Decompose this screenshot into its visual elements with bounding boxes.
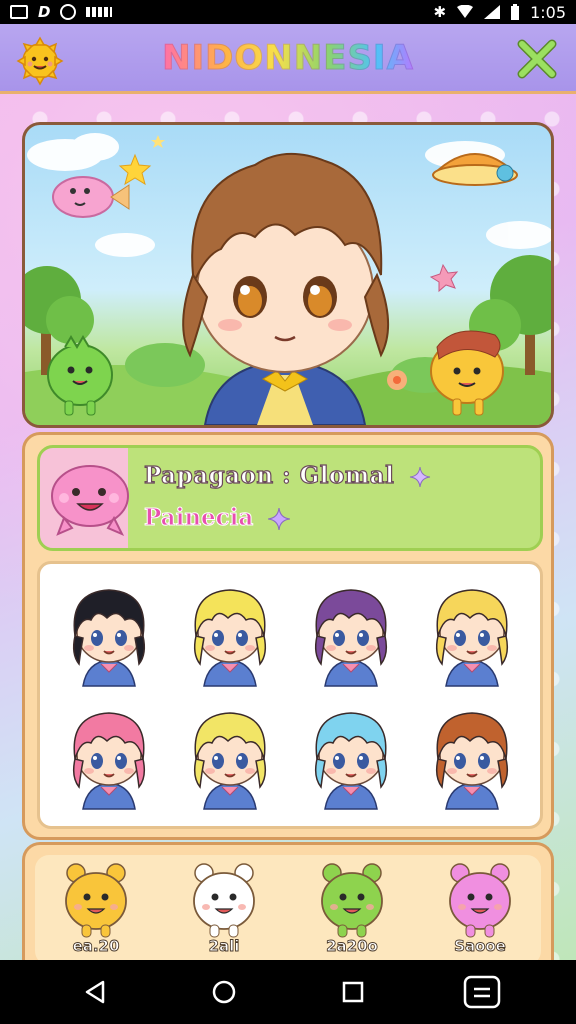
sparkle-icon [268, 508, 291, 530]
status-bar: D ✱ 1:05 [0, 0, 576, 24]
character-select-card: Papagaon : Glomal Painecia [22, 432, 554, 840]
character-slot[interactable] [48, 695, 169, 818]
pet-label: 2a20o [326, 937, 379, 956]
system-nav-bar [0, 960, 576, 1024]
signal-icon [484, 5, 501, 19]
pet-label: 2ali [208, 937, 240, 956]
pet-slot[interactable]: 2a20o [297, 855, 407, 960]
pink-blob-pet-icon [449, 863, 511, 938]
character-slot[interactable] [48, 572, 169, 695]
blonde-bow-chibi-icon [435, 588, 508, 687]
vibrate-icon: ✱ [433, 3, 447, 21]
menu-icon [463, 975, 500, 1009]
recents-square-icon [342, 981, 363, 1003]
home-circle-icon [212, 980, 235, 1004]
recents-button[interactable] [329, 968, 377, 1016]
cat-icon [60, 4, 77, 20]
battery-icon [511, 4, 520, 20]
pink-hair-chibi-icon [72, 711, 145, 810]
d-logo-icon: D [38, 3, 51, 21]
black-hair-chibi-icon [72, 588, 145, 687]
character-slot[interactable] [169, 572, 290, 695]
player-name: Papagaon : Glomal [143, 461, 431, 490]
menu-button[interactable] [458, 968, 506, 1016]
brown-bun-chibi-icon [435, 711, 508, 810]
hero-illustration [25, 133, 551, 425]
pet-tray: ea.20 2ali 2a20o Saooe [22, 842, 554, 960]
wifi-icon [457, 5, 474, 18]
top-bar: NIDONNESIA [0, 24, 576, 94]
character-slot[interactable] [290, 572, 411, 695]
pet-slot[interactable]: ea.20 [41, 855, 151, 960]
close-button[interactable] [516, 38, 558, 80]
pet-slot[interactable]: Saooe [425, 855, 535, 960]
clock: 1:05 [530, 2, 566, 22]
home-button[interactable] [200, 968, 248, 1016]
pet-slot[interactable]: 2ali [169, 855, 279, 960]
pet-label: ea.20 [72, 937, 120, 956]
keyboard-icon [86, 7, 113, 17]
back-triangle-icon [85, 980, 104, 1004]
pet-row: ea.20 2ali 2a20o Saooe [35, 855, 541, 960]
green-dino-pet-icon [321, 863, 383, 938]
player-subtitle: Painecia [143, 504, 291, 532]
notification-box-icon [10, 5, 28, 19]
character-slot[interactable] [169, 695, 290, 818]
purple-hair-chibi-icon [314, 588, 387, 687]
blonde-chibi-icon [193, 588, 266, 687]
sparkle-icon [409, 466, 430, 488]
sun-mascot-icon[interactable] [14, 34, 66, 86]
app-title: NIDONNESIA [162, 37, 414, 78]
character-slot[interactable] [290, 695, 411, 818]
hero-scene [22, 122, 554, 428]
white-cat-pet-icon [193, 863, 255, 938]
pet-label: Saooe [454, 937, 507, 956]
character-grid [37, 561, 543, 829]
character-slot[interactable] [411, 695, 532, 818]
yellow-bear-pet-icon [65, 863, 127, 938]
yellow-ponytail-chibi-icon [193, 711, 266, 810]
game-screen: NIDONNESIA Papagaon: Glomal Painecia ea… [0, 24, 576, 960]
profile-banner[interactable]: Papagaon : Glomal Painecia [37, 445, 543, 551]
pink-fish-pet-icon [52, 176, 130, 218]
character-slot[interactable] [411, 572, 532, 695]
pink-blob-icon [51, 465, 129, 536]
back-button[interactable] [71, 968, 119, 1016]
blue-hair-chibi-icon [314, 711, 387, 810]
